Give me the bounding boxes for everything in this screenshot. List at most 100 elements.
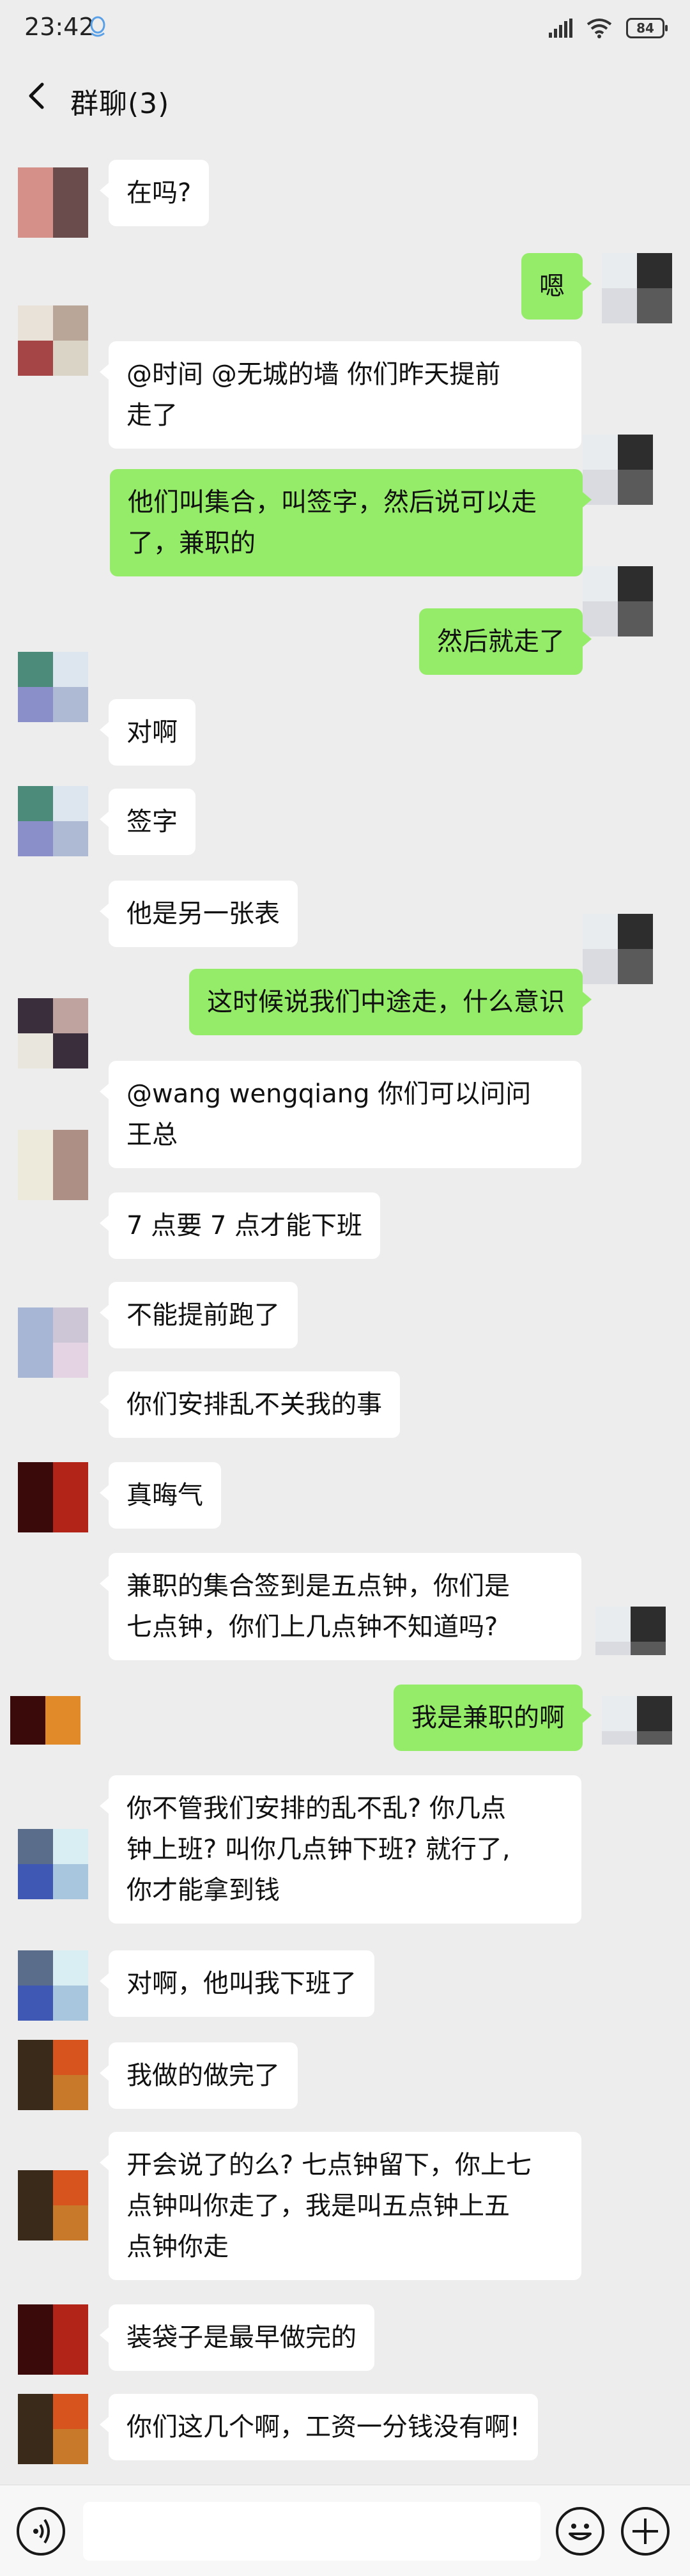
message-bubble[interactable]: 不能提前跑了 xyxy=(100,1282,298,1348)
avatar-tile xyxy=(618,435,653,470)
avatar-tile xyxy=(637,288,672,323)
message-bubble[interactable]: 这时候说我们中途走，什么意识 xyxy=(189,969,592,1035)
avatar-tile xyxy=(637,1731,672,1745)
message-bubble[interactable]: 你不管我们安排的乱不乱? 你几点 钟上班? 叫你几点钟下班? 就行了, 你才能拿… xyxy=(100,1775,581,1924)
avatar[interactable] xyxy=(18,2304,88,2375)
avatar-tile xyxy=(18,1497,53,1532)
avatar[interactable] xyxy=(602,1696,672,1745)
message-bubble[interactable]: @wang wengqiang 你们可以问问 王总 xyxy=(100,1061,581,1168)
avatar[interactable] xyxy=(18,2170,88,2241)
avatar[interactable] xyxy=(602,253,672,323)
avatar-tile xyxy=(595,1607,631,1642)
avatar[interactable] xyxy=(18,1130,88,1200)
avatar-tile xyxy=(18,687,53,722)
avatar-tile xyxy=(595,1642,631,1655)
message-bubble[interactable]: 我做的做完了 xyxy=(100,2042,298,2109)
plus-icon[interactable] xyxy=(621,2507,670,2556)
avatar-tile xyxy=(18,341,53,376)
avatar-tile xyxy=(53,167,88,203)
avatar-tile xyxy=(53,203,88,238)
avatar[interactable] xyxy=(595,1607,666,1655)
avatar-tile xyxy=(53,786,88,821)
avatar-tile xyxy=(618,470,653,505)
avatar-tile xyxy=(18,998,53,1033)
emoji-icon[interactable] xyxy=(556,2507,604,2556)
avatar-tile xyxy=(53,998,88,1033)
avatar[interactable] xyxy=(18,167,88,238)
avatar-tile xyxy=(10,1731,45,1745)
voice-icon[interactable] xyxy=(17,2507,65,2556)
status-time: 23:42 xyxy=(24,13,95,41)
avatar-tile xyxy=(18,1130,53,1165)
avatar-tile xyxy=(18,1950,53,1986)
avatar-tile xyxy=(18,1033,53,1068)
avatar-tile xyxy=(53,1130,88,1165)
avatar-tile xyxy=(18,167,53,203)
avatar-tile xyxy=(18,2075,53,2110)
avatar[interactable] xyxy=(583,435,653,505)
message-bubble[interactable]: 真晦气 xyxy=(100,1462,221,1529)
avatar-tile xyxy=(583,435,618,470)
avatar[interactable] xyxy=(18,2040,88,2110)
avatar[interactable] xyxy=(583,914,653,984)
avatar-tile xyxy=(53,1864,88,1899)
message-bubble[interactable]: @时间 @无城的墙 你们昨天提前 走了 xyxy=(100,341,581,449)
avatar-tile xyxy=(53,652,88,687)
avatar-tile xyxy=(53,1950,88,1986)
message-bubble[interactable]: 他是另一张表 xyxy=(100,881,298,947)
avatar-tile xyxy=(53,2205,88,2241)
avatar[interactable] xyxy=(18,1829,88,1899)
avatar-tile xyxy=(53,1343,88,1378)
avatar-tile xyxy=(618,914,653,949)
avatar[interactable] xyxy=(10,1696,80,1745)
message-bubble[interactable]: 兼职的集合签到是五点钟，你们是 七点钟，你们上几点钟不知道吗? xyxy=(100,1553,581,1660)
avatar-tile xyxy=(18,1864,53,1899)
avatar-tile xyxy=(53,687,88,722)
battery-indicator: 84 xyxy=(626,18,668,38)
avatar-tile xyxy=(18,2429,53,2464)
message-bubble[interactable]: 然后就走了 xyxy=(419,608,592,675)
avatar-tile xyxy=(18,1462,53,1497)
message-input[interactable] xyxy=(83,2502,540,2561)
avatar-tile xyxy=(53,2394,88,2429)
avatar-tile xyxy=(618,566,653,601)
avatar-tile xyxy=(18,1343,53,1378)
avatar-tile xyxy=(18,1165,53,1200)
avatar[interactable] xyxy=(18,786,88,856)
message-bubble[interactable]: 在吗? xyxy=(99,160,210,226)
qq-penguin-icon xyxy=(90,16,105,37)
message-bubble[interactable]: 签字 xyxy=(100,789,195,855)
status-bar: 23:42 84 xyxy=(0,0,690,58)
avatar-tile xyxy=(10,1696,45,1731)
message-bubble[interactable]: 开会说了的么? 七点钟留下，你上七 点钟叫你走了，我是叫五点钟上五 点钟你走 xyxy=(100,2132,581,2280)
message-bubble[interactable]: 我是兼职的啊 xyxy=(394,1685,592,1751)
message-bubble[interactable]: 你们这几个啊，工资一分钱没有啊! xyxy=(99,2394,539,2460)
avatar-tile xyxy=(631,1607,666,1642)
chat-header: 群聊(3) xyxy=(0,58,690,134)
message-bubble[interactable]: 嗯 xyxy=(521,253,592,320)
avatar[interactable] xyxy=(18,998,88,1068)
avatar[interactable] xyxy=(18,2394,88,2464)
avatar[interactable] xyxy=(18,305,88,376)
avatar-tile xyxy=(18,2040,53,2075)
message-bubble[interactable]: 你们安排乱不关我的事 xyxy=(100,1371,400,1438)
avatar-tile xyxy=(45,1731,80,1745)
avatar-tile xyxy=(637,253,672,288)
avatar[interactable] xyxy=(18,1307,88,1378)
avatar[interactable] xyxy=(18,1462,88,1532)
avatar[interactable] xyxy=(18,652,88,722)
avatar[interactable] xyxy=(583,566,653,636)
chat-title: 群聊(3) xyxy=(70,88,170,120)
status-icons: 84 xyxy=(549,15,668,41)
message-bubble[interactable]: 对啊 xyxy=(100,699,195,766)
avatar-tile xyxy=(53,2429,88,2464)
message-bubble[interactable]: 装袋子是最早做完的 xyxy=(100,2304,374,2371)
message-bubble[interactable]: 对啊，他叫我下班了 xyxy=(100,1950,374,2017)
avatar-tile xyxy=(53,2075,88,2110)
avatar-tile xyxy=(583,914,618,949)
message-bubble[interactable]: 7 点要 7 点才能下班 xyxy=(99,1192,381,1259)
avatar[interactable] xyxy=(18,1950,88,2021)
chevron-left-icon[interactable] xyxy=(22,78,54,114)
avatar-tile xyxy=(53,1829,88,1864)
message-bubble[interactable]: 他们叫集合，叫签字，然后说可以走 了，兼职的 xyxy=(110,469,592,576)
